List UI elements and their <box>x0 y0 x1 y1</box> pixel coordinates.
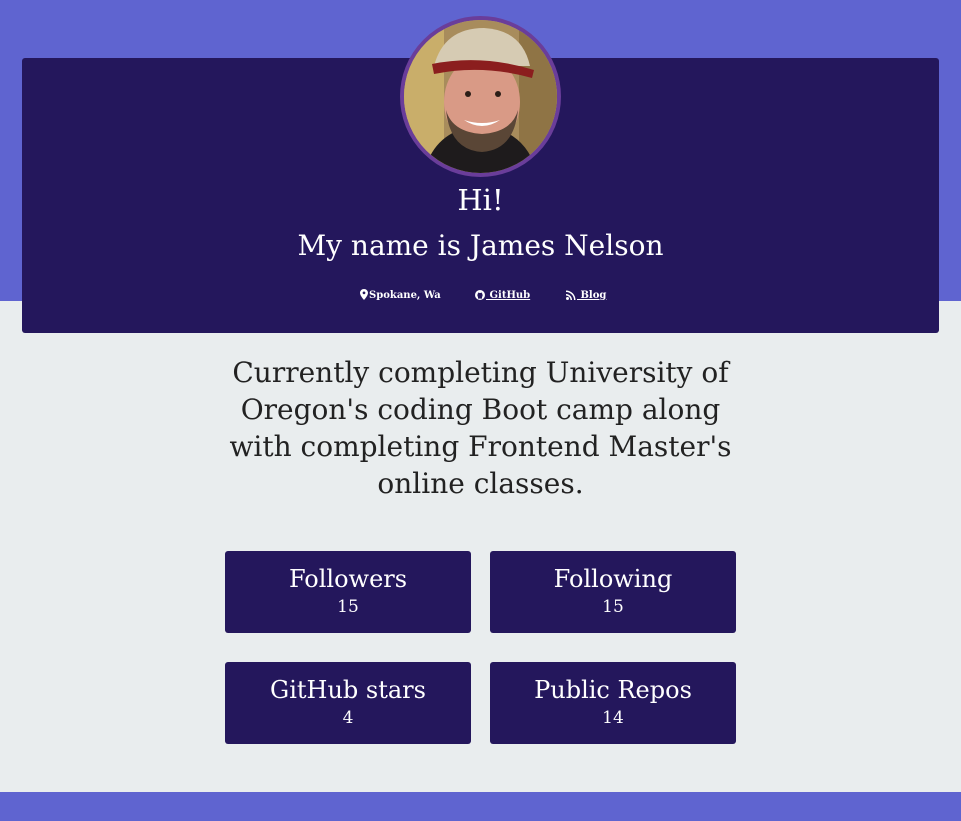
bio-text: Currently completing University of Orego… <box>229 356 732 500</box>
followers-card: Followers 15 <box>225 551 471 633</box>
github-label: GitHub <box>486 290 531 301</box>
rss-icon <box>566 290 576 300</box>
github-stars-card: GitHub stars 4 <box>225 662 471 744</box>
avatar <box>400 16 561 177</box>
following-label: Following <box>553 565 673 593</box>
following-count: 15 <box>602 597 624 617</box>
followers-label: Followers <box>288 565 408 593</box>
followers-count: 15 <box>337 597 359 617</box>
location-link: Spokane, Wa <box>360 288 441 304</box>
map-marker-icon <box>360 289 368 300</box>
github-icon <box>475 290 485 300</box>
public-repos-label: Public Repos <box>534 676 692 704</box>
greeting-heading: Hi! <box>457 183 504 217</box>
name-heading: My name is James Nelson <box>297 229 664 262</box>
github-stars-label: GitHub stars <box>270 676 426 704</box>
profile-links-row: Spokane, Wa GitHub Blog <box>0 288 961 304</box>
github-link[interactable]: GitHub <box>475 288 530 304</box>
blog-link[interactable]: Blog <box>566 288 606 304</box>
following-card: Following 15 <box>490 551 736 633</box>
location-label: Spokane, Wa <box>369 290 441 301</box>
github-stars-count: 4 <box>342 708 354 728</box>
public-repos-card: Public Repos 14 <box>490 662 736 744</box>
blog-label: Blog <box>577 290 607 301</box>
public-repos-count: 14 <box>602 708 624 728</box>
bottom-background-band <box>0 792 961 821</box>
